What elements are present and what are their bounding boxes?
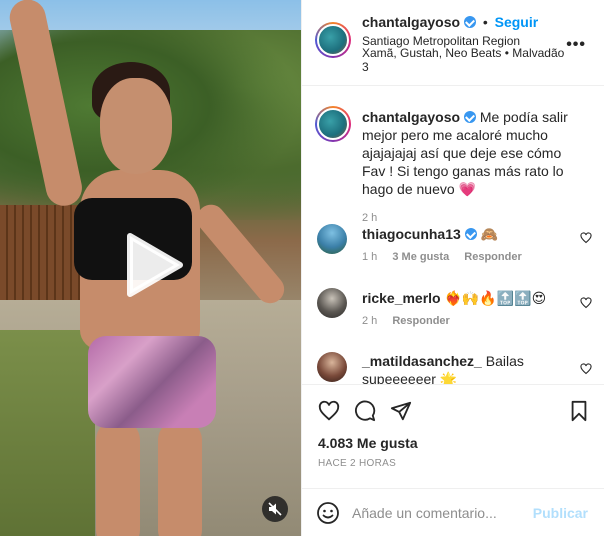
mute-icon[interactable]: [262, 496, 288, 522]
comment-composer: Publicar: [302, 488, 604, 536]
publish-button[interactable]: Publicar: [533, 505, 588, 521]
like-comment-icon[interactable]: [580, 296, 592, 309]
verified-badge-icon: [463, 16, 476, 28]
post-timestamp[interactable]: HACE 2 HORAS: [318, 458, 396, 469]
emoji-icon[interactable]: [316, 501, 340, 525]
verified-badge-icon: [464, 228, 477, 240]
post-side-panel: chantalgayoso • Seguir Santiago Metropol…: [301, 0, 604, 536]
header-username[interactable]: chantalgayoso: [362, 14, 460, 30]
reply-button[interactable]: Responder: [392, 315, 449, 327]
comment-avatar[interactable]: [317, 224, 347, 254]
comment-time[interactable]: 1 h: [362, 251, 377, 263]
caption-avatar[interactable]: [317, 108, 349, 140]
post-header: chantalgayoso • Seguir Santiago Metropol…: [302, 0, 604, 86]
comment-item: _matildasanchez_ Bailas supeeeeeer 🌟: [362, 352, 572, 384]
comment-username[interactable]: thiagocunha13: [362, 226, 461, 242]
like-comment-icon[interactable]: [580, 231, 592, 244]
comment-avatar[interactable]: [317, 288, 347, 318]
likes-count[interactable]: 4.083 Me gusta: [318, 435, 418, 451]
caption-username[interactable]: chantalgayoso: [362, 109, 460, 125]
comment-time[interactable]: 2 h: [362, 315, 377, 327]
play-icon[interactable]: [120, 232, 184, 298]
post-video[interactable]: [0, 0, 301, 536]
follow-button[interactable]: Seguir: [495, 14, 539, 30]
avatar[interactable]: [317, 24, 349, 56]
comments-list[interactable]: chantalgayoso Me podía salir mejor pero …: [302, 86, 604, 384]
comment-username[interactable]: _matildasanchez_: [362, 353, 482, 369]
caption-time[interactable]: 2 h: [362, 212, 377, 224]
audio-link[interactable]: Xamã, Gustah, Neo Beats • Malvadão: [362, 46, 564, 60]
comment-text: 🙈: [480, 226, 499, 242]
audio-link-cont: 3: [362, 60, 369, 74]
post-actions: 4.083 Me gusta HACE 2 HORAS: [302, 384, 604, 488]
share-icon[interactable]: [390, 400, 412, 425]
comment-likes[interactable]: 3 Me gusta: [392, 251, 449, 263]
post-modal: chantalgayoso • Seguir Santiago Metropol…: [0, 0, 604, 536]
comment-item: thiagocunha13 🙈 1 h 3 Me gusta Responder: [362, 225, 572, 263]
comment-avatar[interactable]: [317, 352, 347, 382]
verified-badge-icon: [463, 111, 476, 123]
reply-button[interactable]: Responder: [464, 251, 521, 263]
save-icon[interactable]: [568, 400, 590, 425]
comment-input[interactable]: [352, 504, 532, 521]
more-options-button[interactable]: •••: [566, 36, 586, 54]
comment-text: ❤️‍🔥🙌🔥🔝🔝😍: [444, 290, 547, 306]
caption: chantalgayoso Me podía salir mejor pero …: [362, 108, 587, 224]
like-icon[interactable]: [318, 400, 340, 425]
like-comment-icon[interactable]: [580, 362, 592, 375]
comment-icon[interactable]: [354, 400, 376, 425]
comment-username[interactable]: ricke_merlo: [362, 290, 441, 306]
comment-item: ricke_merlo ❤️‍🔥🙌🔥🔝🔝😍 2 h Responder: [362, 289, 572, 327]
